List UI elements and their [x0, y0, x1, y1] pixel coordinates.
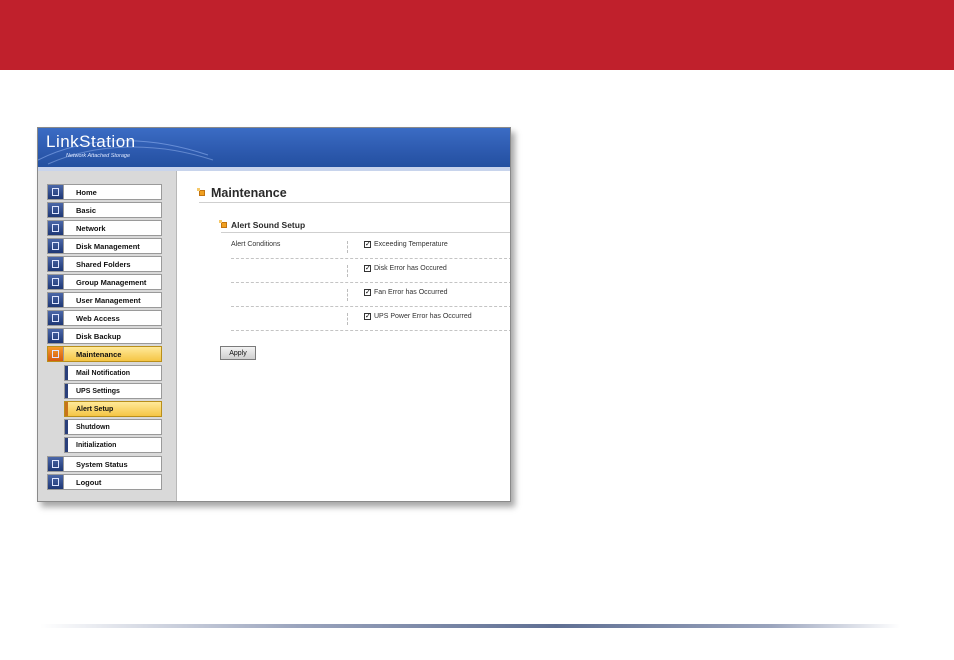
sidebar-item-label: Web Access	[76, 313, 120, 323]
title-divider	[199, 202, 510, 203]
sidebar-item-system-status[interactable]: System Status	[47, 456, 162, 472]
sidebar-item-label: Disk Backup	[76, 331, 122, 341]
sidebar-item-shared-folders[interactable]: Shared Folders	[47, 256, 162, 272]
sidebar-item-home[interactable]: Home	[47, 184, 162, 200]
subnav-item-label: UPS Settings	[76, 387, 120, 395]
sidebar-item-group-management[interactable]: Group Management	[47, 274, 162, 290]
subnav-item-label: Shutdown	[76, 423, 110, 431]
sidebar-item-label: Maintenance	[76, 349, 122, 359]
row-divider	[231, 282, 510, 283]
column-separator	[347, 289, 348, 301]
sidebar-item-label: Home	[76, 187, 97, 197]
sidebar-item-label: System Status	[76, 459, 128, 469]
app-header: LinkStation Network Attached Storage	[38, 128, 510, 167]
section-divider	[221, 232, 510, 233]
subnav-item-ups-settings[interactable]: UPS Settings	[64, 383, 162, 399]
subnav-item-mail-notification[interactable]: Mail Notification	[64, 365, 162, 381]
group-icon	[48, 275, 64, 289]
checkbox-label: Disk Error has Occured	[374, 265, 447, 272]
sidebar-item-web-access[interactable]: Web Access	[47, 310, 162, 326]
row-divider	[231, 258, 510, 259]
sidebar-item-label: Basic	[76, 205, 97, 215]
logout-icon	[48, 475, 64, 489]
checkbox-label: UPS Power Error has Occurred	[374, 313, 472, 320]
column-separator	[347, 265, 348, 277]
subnav-item-label: Mail Notification	[76, 369, 131, 377]
sidebar-item-label: Logout	[76, 477, 102, 487]
heading-bullet-icon	[197, 188, 205, 196]
status-icon	[48, 457, 64, 471]
sidebar-item-label: Disk Management	[76, 241, 140, 251]
checkbox-label: Exceeding Temperature	[374, 241, 448, 248]
checkbox-label: Fan Error has Occurred	[374, 289, 448, 296]
app-logo-subtitle: Network Attached Storage	[66, 153, 130, 159]
subnav-item-label: Initialization	[76, 441, 117, 449]
subnav-item-shutdown[interactable]: Shutdown	[64, 419, 162, 435]
slide: LinkStation Network Attached Storage Hom…	[0, 0, 954, 660]
folder-icon	[48, 257, 64, 271]
sidebar-item-label: User Management	[76, 295, 141, 305]
section-title: Alert Sound Setup	[231, 220, 306, 230]
main-content: Maintenance Alert Sound Setup Alert Cond…	[177, 171, 510, 501]
sidebar-item-network[interactable]: Network	[47, 220, 162, 236]
basic-icon	[48, 203, 64, 217]
sidebar-item-basic[interactable]: Basic	[47, 202, 162, 218]
column-separator	[347, 241, 348, 253]
backup-icon	[48, 329, 64, 343]
sidebar-item-label: Group Management	[76, 277, 147, 287]
top-banner	[0, 0, 954, 70]
sidebar: Home Basic Network Disk Management Share…	[38, 171, 177, 501]
section-bullet-icon	[219, 220, 227, 228]
network-icon	[48, 221, 64, 235]
subnav-item-alert-setup[interactable]: Alert Setup	[64, 401, 162, 417]
sidebar-item-disk-management[interactable]: Disk Management	[47, 238, 162, 254]
sidebar-item-disk-backup[interactable]: Disk Backup	[47, 328, 162, 344]
apply-button[interactable]: Apply	[220, 346, 256, 360]
sidebar-item-logout[interactable]: Logout	[47, 474, 162, 490]
subnav-item-label: Alert Setup	[76, 405, 114, 413]
row-divider	[231, 330, 510, 331]
app-logo-title: LinkStation	[46, 132, 136, 151]
checkbox-checked-icon[interactable]: ✓	[364, 313, 371, 320]
alert-conditions-label: Alert Conditions	[231, 241, 281, 248]
page-title: Maintenance	[211, 186, 287, 200]
condition-ups-power-error[interactable]: ✓ UPS Power Error has Occurred	[364, 313, 472, 320]
condition-disk-error[interactable]: ✓ Disk Error has Occured	[364, 265, 447, 272]
home-icon	[48, 185, 64, 199]
user-icon	[48, 293, 64, 307]
bottom-divider	[40, 624, 900, 628]
web-access-icon	[48, 311, 64, 325]
checkbox-checked-icon[interactable]: ✓	[364, 265, 371, 272]
disk-icon	[48, 239, 64, 253]
checkbox-checked-icon[interactable]: ✓	[364, 289, 371, 296]
condition-fan-error[interactable]: ✓ Fan Error has Occurred	[364, 289, 448, 296]
checkbox-checked-icon[interactable]: ✓	[364, 241, 371, 248]
sidebar-item-label: Network	[76, 223, 106, 233]
tools-icon	[48, 347, 64, 361]
column-separator	[347, 313, 348, 325]
condition-exceeding-temperature[interactable]: ✓ Exceeding Temperature	[364, 241, 448, 248]
sidebar-item-user-management[interactable]: User Management	[47, 292, 162, 308]
sidebar-item-label: Shared Folders	[76, 259, 131, 269]
subnav-item-initialization[interactable]: Initialization	[64, 437, 162, 453]
linkstation-screenshot: LinkStation Network Attached Storage Hom…	[37, 127, 511, 502]
sidebar-item-maintenance[interactable]: Maintenance	[47, 346, 162, 362]
row-divider	[231, 306, 510, 307]
